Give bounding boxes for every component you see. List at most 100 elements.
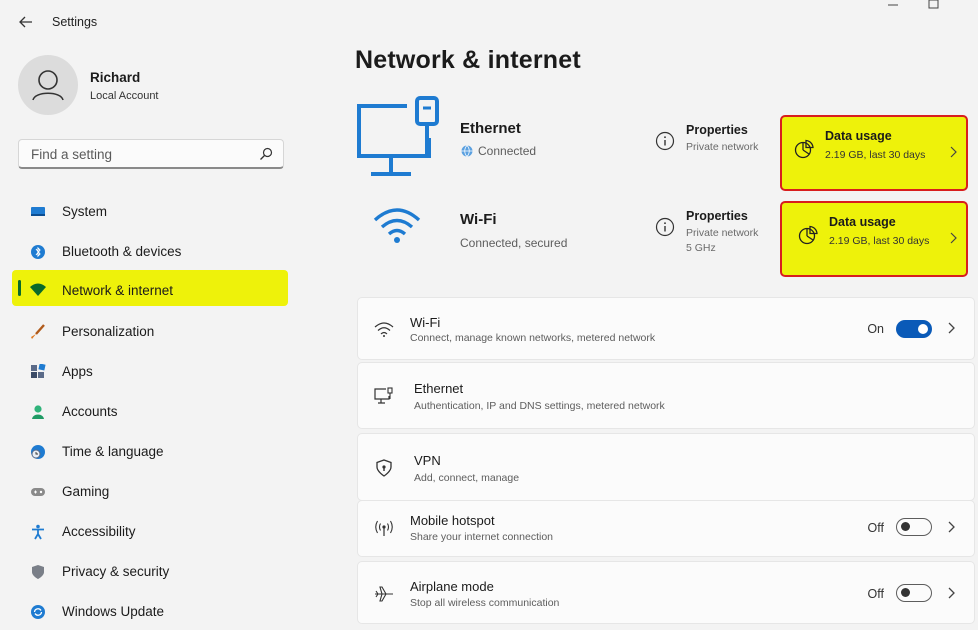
sidebar-item-bluetooth[interactable]: Bluetooth & devices (12, 234, 288, 270)
sidebar-item-label: Network & internet (62, 283, 174, 298)
info-icon[interactable] (655, 217, 675, 237)
mobile-hotspot-card[interactable]: Mobile hotspot Share your internet conne… (357, 500, 975, 557)
ethernet-monitor-icon (357, 96, 439, 176)
wifi-name: Wi-Fi (460, 211, 497, 228)
card-title: Ethernet (414, 381, 464, 396)
account-type: Local Account (90, 90, 159, 102)
selection-indicator (18, 280, 21, 296)
system-icon (31, 207, 45, 216)
ethernet-icon (374, 387, 393, 404)
sidebar-item-privacy-security[interactable]: Privacy & security (12, 554, 288, 590)
sidebar-item-label: Apps (62, 364, 93, 379)
sidebar-item-windows-update[interactable]: Windows Update (12, 594, 288, 630)
sidebar-item-label: Time & language (62, 444, 164, 459)
card-subtitle: Add, connect, manage (414, 472, 520, 484)
sidebar-item-personalization[interactable]: Personalization (12, 314, 288, 350)
vpn-shield-icon (376, 459, 392, 477)
search-input[interactable] (29, 146, 253, 163)
data-usage-detail: 2.19 GB, last 30 days (829, 235, 930, 247)
ethernet-name: Ethernet (460, 120, 521, 137)
wifi-large-icon (373, 208, 421, 243)
card-subtitle: Stop all wireless communication (410, 597, 560, 609)
pie-chart-icon (794, 139, 814, 159)
accounts-icon (32, 405, 44, 419)
sidebar-item-label: Privacy & security (62, 564, 170, 579)
back-arrow-icon[interactable] (16, 12, 36, 32)
card-subtitle: Share your internet connection (410, 531, 554, 543)
info-icon[interactable] (655, 131, 675, 151)
page-title: Network & internet (355, 46, 581, 74)
search-box (18, 139, 284, 169)
card-title: Airplane mode (410, 579, 494, 594)
sidebar-item-accessibility[interactable]: Accessibility (12, 514, 288, 550)
network-icon (30, 283, 46, 296)
user-name: Richard (90, 70, 141, 85)
sidebar-item-network[interactable]: Network & internet (12, 270, 288, 306)
data-usage-detail: 2.19 GB, last 30 days (825, 149, 926, 161)
ethernet-properties[interactable]: Properties Private network (686, 123, 758, 155)
sidebar-item-label: Gaming (62, 484, 110, 499)
maximize-icon[interactable] (927, 0, 941, 10)
vpn-settings-card[interactable]: VPN Add, connect, manage (357, 433, 975, 501)
wifi-icon (374, 322, 394, 337)
minimize-icon[interactable] (886, 0, 900, 10)
data-usage-title: Data usage (825, 129, 892, 143)
ethernet-settings-card[interactable]: Ethernet Authentication, IP and DNS sett… (357, 362, 975, 429)
sidebar-item-label: Accessibility (62, 524, 136, 539)
wifi-status: Connected, secured (460, 236, 568, 250)
ethernet-status: Connected (478, 144, 537, 158)
sidebar-item-apps[interactable]: Apps (12, 354, 288, 390)
wifi-data-usage[interactable]: Data usage 2.19 GB, last 30 days (780, 201, 968, 277)
card-title: Wi-Fi (410, 315, 441, 330)
sidebar-item-label: Personalization (62, 324, 155, 339)
properties-network-type: Private network (686, 141, 759, 153)
chevron-right-icon[interactable] (947, 321, 956, 335)
pie-chart-icon (798, 225, 818, 245)
properties-title: Properties (686, 123, 748, 137)
card-title: Mobile hotspot (410, 513, 495, 528)
sidebar-item-label: System (62, 204, 108, 219)
bluetooth-icon (31, 245, 45, 259)
toggle-state-label: Off (867, 587, 884, 601)
properties-band: 5 GHz (686, 242, 716, 254)
chevron-right-icon (950, 232, 957, 244)
wifi-settings-card[interactable]: Wi-Fi Connect, manage known networks, me… (357, 297, 975, 360)
avatar[interactable] (18, 55, 78, 115)
shield-icon (32, 565, 44, 579)
toggle-state-label: Off (867, 521, 884, 535)
properties-network-type: Private network (686, 227, 759, 239)
airplane-icon (375, 586, 393, 602)
sidebar-item-label: Windows Update (62, 604, 165, 619)
sidebar-item-system[interactable]: System (12, 194, 288, 230)
card-subtitle: Connect, manage known networks, metered … (410, 332, 656, 344)
hotspot-icon (375, 520, 393, 536)
chevron-right-icon[interactable] (947, 586, 956, 600)
clock-globe-icon (31, 445, 45, 459)
ethernet-data-usage[interactable]: Data usage 2.19 GB, last 30 days (780, 115, 968, 191)
card-title: VPN (414, 453, 441, 468)
airplane-mode-toggle[interactable] (896, 584, 932, 602)
app-title: Settings (52, 15, 98, 29)
gamepad-icon (31, 488, 45, 496)
chevron-right-icon (950, 146, 957, 158)
sidebar-item-label: Accounts (62, 404, 118, 419)
mobile-hotspot-toggle[interactable] (896, 518, 932, 536)
wifi-toggle[interactable] (896, 320, 932, 338)
sidebar-item-accounts[interactable]: Accounts (12, 394, 288, 430)
apps-icon (31, 364, 46, 378)
search-icon[interactable] (259, 147, 273, 161)
data-usage-title: Data usage (829, 215, 896, 229)
chevron-right-icon[interactable] (947, 520, 956, 534)
airplane-mode-card[interactable]: Airplane mode Stop all wireless communic… (357, 561, 975, 624)
accessibility-icon (32, 524, 44, 540)
card-subtitle: Authentication, IP and DNS settings, met… (414, 400, 665, 412)
update-icon (31, 605, 45, 619)
sidebar-item-gaming[interactable]: Gaming (12, 474, 288, 510)
properties-title: Properties (686, 209, 748, 223)
brush-icon (31, 324, 45, 339)
sidebar-item-time-language[interactable]: Time & language (12, 434, 288, 470)
user-icon (32, 70, 64, 101)
wifi-properties[interactable]: Properties Private network 5 GHz (686, 209, 758, 256)
globe-icon (461, 145, 473, 157)
sidebar-item-label: Bluetooth & devices (62, 244, 182, 259)
